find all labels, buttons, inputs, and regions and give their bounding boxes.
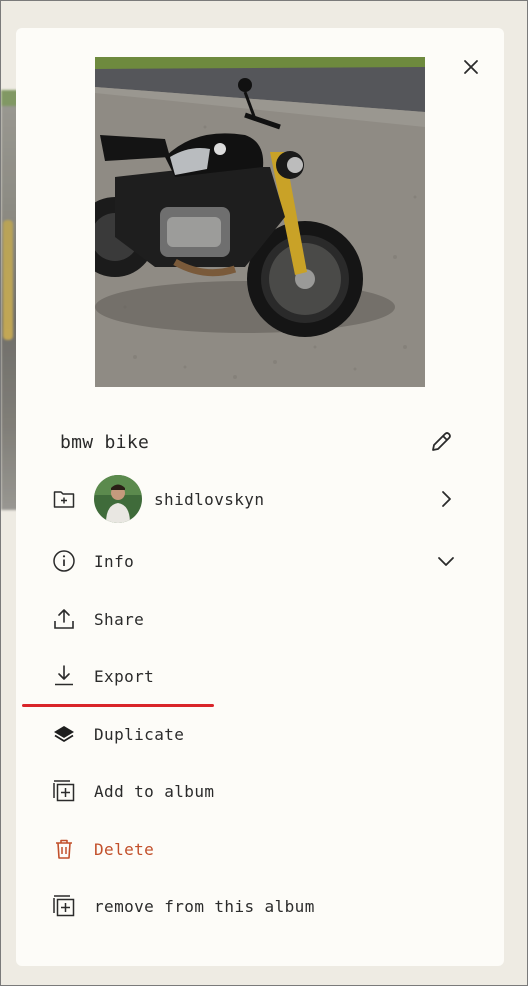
folder-plus-icon — [52, 487, 76, 511]
export-label: Export — [94, 666, 155, 686]
chevron-right-icon — [434, 487, 458, 511]
highlight-underline — [22, 704, 214, 707]
trash-icon — [52, 837, 76, 861]
add-to-album-icon — [52, 779, 76, 803]
remove-from-album-icon — [52, 894, 76, 918]
download-icon — [52, 664, 76, 688]
share-label: Share — [94, 609, 145, 629]
photo-title: bmw bike — [60, 431, 150, 453]
avatar — [94, 475, 142, 523]
remove-from-album-label: remove from this album — [94, 896, 315, 916]
owner-name: shidlovskyn — [154, 489, 265, 509]
photo-details-panel: bmw bike shidlovskyn Info Share Export D… — [16, 28, 504, 966]
share-icon — [52, 607, 76, 631]
duplicate-label: Duplicate — [94, 724, 185, 744]
info-row[interactable]: Info — [52, 541, 472, 581]
remove-from-album-row[interactable]: remove from this album — [52, 886, 472, 926]
close-button[interactable] — [460, 56, 482, 78]
add-to-album-row[interactable]: Add to album — [52, 771, 472, 811]
layers-icon — [52, 722, 76, 746]
edit-title-button[interactable] — [428, 429, 454, 455]
delete-label: Delete — [94, 839, 155, 859]
title-row: bmw bike — [60, 426, 460, 458]
add-to-album-label: Add to album — [94, 781, 215, 801]
share-row[interactable]: Share — [52, 599, 472, 639]
info-label: Info — [94, 551, 135, 571]
export-row[interactable]: Export — [52, 656, 472, 696]
delete-row[interactable]: Delete — [52, 829, 472, 869]
photo-preview — [95, 57, 425, 387]
duplicate-row[interactable]: Duplicate — [52, 714, 472, 754]
pencil-icon — [432, 432, 451, 451]
info-icon — [52, 549, 76, 573]
chevron-down-icon — [434, 549, 458, 573]
owner-row[interactable]: shidlovskyn — [52, 474, 472, 524]
close-icon — [464, 60, 478, 74]
